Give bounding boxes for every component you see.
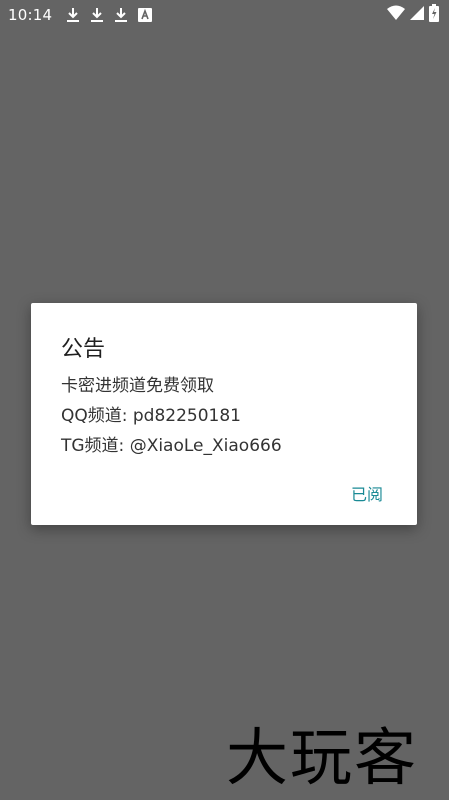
dialog-title: 公告: [61, 337, 106, 362]
signal-icon: [409, 5, 425, 25]
download-icon: [66, 7, 80, 23]
announcement-dialog: 公告 卡密进频道免费领取 QQ频道: pd82250181 TG频道: @Xia…: [31, 303, 417, 525]
dialog-message: 卡密进频道免费领取 QQ频道: pd82250181 TG频道: @XiaoLe…: [61, 371, 401, 461]
status-bar: 10:14: [0, 0, 449, 30]
message-line-redeem: 卡密进频道免费领取: [61, 376, 214, 396]
wifi-icon: [387, 5, 405, 25]
message-line-tg-channel: TG频道: @XiaoLe_Xiao666: [61, 436, 282, 456]
system-icons: [387, 4, 439, 26]
read-confirm-button[interactable]: 已阅: [347, 479, 387, 507]
app-a-icon: [138, 8, 152, 22]
battery-charging-icon: [429, 4, 439, 26]
watermark-text: 大玩客: [226, 721, 419, 794]
notification-icons: [66, 6, 152, 24]
download-icon: [90, 7, 104, 23]
download-icon: [114, 7, 128, 23]
status-time: 10:14: [8, 6, 53, 24]
message-line-qq-channel: QQ频道: pd82250181: [61, 406, 242, 426]
